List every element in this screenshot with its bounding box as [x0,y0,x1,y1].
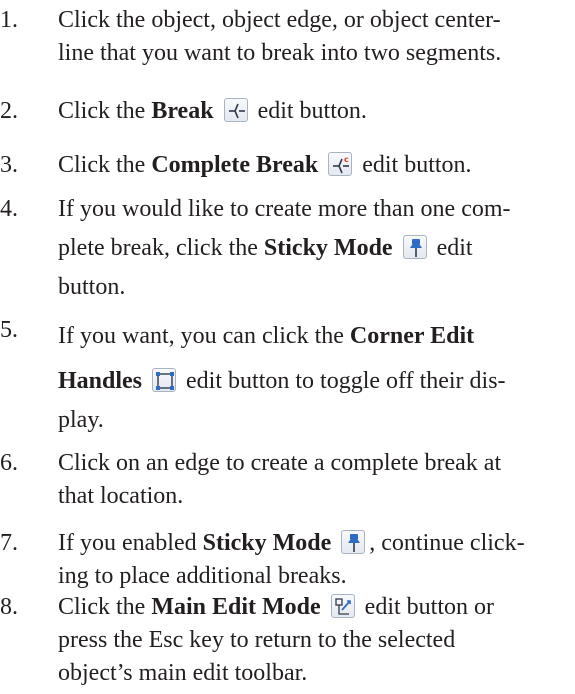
step-number: 6. [0,450,18,476]
step-text: Click on an edge to create a complete br… [58,447,558,513]
step-line: Click on an edge to create a complete br… [58,450,502,476]
pushpin-icon[interactable] [402,235,427,259]
sticky-mode-label: Sticky Mode [263,235,393,261]
step-line: that location. [58,483,184,509]
step-text-segment: If you enabled [58,530,203,556]
step-line: button. [58,274,126,300]
step-text-segment: edit button. [356,152,472,178]
step-line: ing to place additional breaks. [58,563,347,589]
step-text: Click the Main Edit Mode edit button or … [58,591,558,690]
step-text-segment: edit button to toggle off their dis- [180,368,506,394]
step-number: 3. [0,152,18,178]
step-line: play. [58,407,104,433]
step-text-segment: , continue click- [369,530,525,556]
break-label: Break [151,98,214,124]
main-edit-mode-label: Main Edit Mode [151,594,321,620]
step-text-segment: edit button. [251,98,367,124]
step-number: 7. [0,530,18,556]
complete-break-label: Complete Break [151,152,319,178]
pushpin-icon[interactable] [341,530,366,554]
step-text: Click the object, object edge, or object… [58,4,558,70]
step-number: 8. [0,594,18,620]
step-text: If you want, you can click the Corner Ed… [58,314,558,437]
step-line: object’s main edit toolbar. [58,660,308,686]
sticky-mode-label: Sticky Mode [202,530,332,556]
step-text-segment: edit [430,235,473,261]
handles-label: Handles [58,368,143,394]
step-text: Click the Break edit button. [58,95,558,128]
break-icon[interactable] [223,98,248,122]
svg-text:c: c [344,155,349,164]
step-text: Click the Complete Break c edit button. [58,149,558,182]
step-text: If you enabled Sticky Mode , continue cl… [58,527,558,593]
step-text-segment: edit button or [358,594,494,620]
step-number: 4. [0,196,18,222]
step-number: 1. [0,7,18,33]
step-number: 5. [0,317,18,343]
complete-break-icon[interactable]: c [328,152,353,176]
corner-edit-handles-icon[interactable] [152,368,177,392]
step-text-segment: Click the [58,152,152,178]
step-line: Click the object, object edge, or object… [58,7,501,33]
step-text-segment: If you want, you can click the [58,323,350,349]
step-line: line that you want to break into two seg… [58,40,502,66]
corner-edit-label: Corner Edit [349,323,475,349]
step-text-segment: Click the [58,98,152,124]
step-line: press the Esc key to return to the selec… [58,627,456,653]
step-number: 2. [0,98,18,124]
step-line: If you would like to create more than on… [58,196,511,222]
step-text-segment: Click the [58,594,152,620]
main-edit-mode-icon[interactable] [330,594,355,618]
step-text: If you would like to create more than on… [58,193,558,304]
step-text-segment: plete break, click the [58,235,264,261]
